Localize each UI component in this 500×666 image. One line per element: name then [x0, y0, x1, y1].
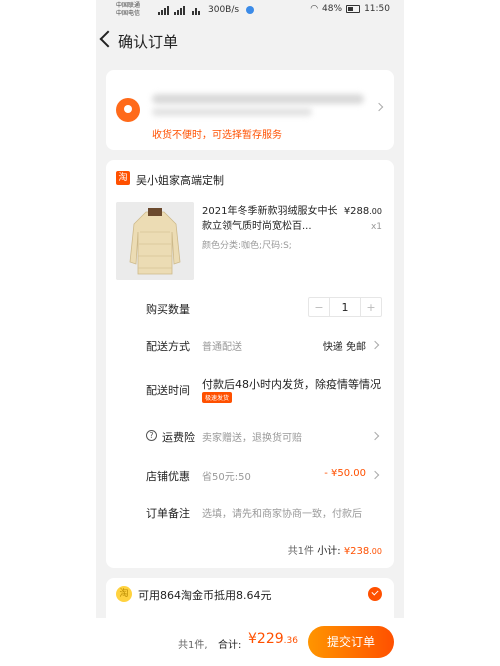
battery-icon: [346, 5, 361, 13]
phone-screen: 中国联通 中国电信 300B/s ◠ 48% 11:50 确认订单 收货不便时，…: [96, 0, 404, 666]
down-coat-image: [116, 202, 194, 280]
product-qty: x1: [370, 222, 382, 232]
network-speed: 300B/s: [208, 5, 240, 15]
page-title: 确认订单: [118, 33, 179, 51]
quantity-stepper: − 1 +: [308, 297, 382, 317]
clock: 11:50: [364, 4, 390, 14]
product-price-main: ¥288: [343, 206, 370, 217]
remark-label: 订单备注: [146, 507, 190, 520]
address-note[interactable]: 收货不便时，可选择暂存服务: [152, 126, 282, 141]
signal-icon: [158, 5, 169, 15]
gold-coin-icon: 淘: [116, 586, 132, 602]
chevron-right-icon: [370, 431, 380, 441]
subtotal: 共1件 小计: ¥238.00: [288, 542, 382, 557]
total-price-main: ¥229: [248, 631, 284, 647]
product-spec: 颜色分类:咖色;尺码:S;: [202, 241, 292, 251]
product-price-decimal: .00: [369, 207, 382, 216]
subtotal-price-main: ¥238: [343, 546, 370, 557]
delivery-row: 配送时间 付款后48小时内发货，除疫情等情况 极速发货: [106, 376, 394, 406]
total-price: ¥229.36: [248, 631, 298, 647]
carrier-info: 中国联通 中国电信: [116, 2, 140, 18]
checkout-bar: 共1件, 合计: ¥229.36 提交订单: [96, 618, 404, 666]
status-bar: 中国联通 中国电信 300B/s ◠ 48% 11:50: [96, 0, 404, 22]
blurred-address: [152, 94, 364, 104]
shipping-option: 快递 免邮: [322, 342, 366, 353]
product-image[interactable]: [116, 202, 194, 280]
insurance-row[interactable]: ? 运费险 卖家赠送，退换货可赔: [106, 429, 394, 449]
total-count: 共1件,: [178, 640, 208, 651]
shipping-value: 普通配送: [202, 342, 242, 353]
shop-name[interactable]: 吴小姐家高端定制: [136, 172, 224, 188]
question-icon[interactable]: ?: [146, 430, 157, 441]
subtotal-price-decimal: .00: [369, 547, 382, 556]
delivery-text: 付款后48小时内发货，除疫情等情况: [202, 378, 381, 391]
shop-discount-label: 店铺优惠: [146, 470, 190, 483]
nav-bar: 确认订单: [96, 26, 404, 58]
headphone-icon: ◠: [310, 4, 319, 14]
insurance-label: 运费险: [162, 431, 195, 444]
taobao-shop-icon: 淘: [116, 171, 130, 185]
delivery-label: 配送时间: [146, 384, 190, 397]
subtotal-price: ¥238.00: [344, 546, 382, 557]
shipping-label: 配送方式: [146, 340, 190, 353]
remark-row: 订单备注 选填，请先和商家协商一致，付款后: [106, 505, 394, 525]
remark-input[interactable]: 选填，请先和商家协商一致，付款后: [202, 505, 362, 520]
carrier-2: 中国电信: [116, 10, 141, 17]
vpn-icon: [246, 6, 254, 14]
quantity-value[interactable]: 1: [329, 298, 361, 316]
status-right: ◠ 48% 11:50: [310, 4, 390, 14]
chevron-right-icon: [370, 470, 380, 480]
fast-shipping-badge: 极速发货: [202, 392, 233, 403]
signal-icon: [174, 5, 185, 15]
product-price: ¥288.00: [344, 206, 382, 217]
back-arrow-icon[interactable]: [99, 30, 117, 48]
quantity-row: 购买数量 − 1 +: [106, 297, 394, 321]
wifi-icon: [192, 5, 200, 15]
shop-discount-value: 省50元:50: [202, 472, 251, 483]
coins-text: 可用864淘金币抵用8.64元: [138, 589, 272, 602]
address-card[interactable]: 收货不便时，可选择暂存服务: [106, 70, 394, 150]
battery-percent: 48%: [322, 4, 343, 14]
carrier-1: 中国联通: [116, 2, 141, 9]
total-price-decimal: .36: [283, 636, 298, 646]
quantity-minus-button[interactable]: −: [309, 298, 329, 316]
blurred-contact: [152, 108, 312, 116]
quantity-label: 购买数量: [146, 303, 190, 316]
product-title[interactable]: 2021年冬季新款羽绒服女中长款立领气质时尚宽松百...: [202, 204, 344, 234]
shop-discount-amount: - ¥50.00: [324, 468, 366, 479]
subtotal-count: 共1件: [287, 546, 315, 557]
total-label: 合计:: [218, 640, 242, 651]
checkmark-icon[interactable]: [368, 587, 382, 601]
chevron-right-icon: [374, 102, 384, 112]
quantity-plus-button[interactable]: +: [361, 298, 381, 316]
location-pin-icon: [116, 98, 140, 122]
order-card: 淘 吴小姐家高端定制 2021年冬季新款羽绒服女中长款立领气质时尚宽松百... …: [106, 160, 394, 568]
shipping-row[interactable]: 配送方式 普通配送 快递 免邮: [106, 338, 394, 358]
submit-order-button[interactable]: 提交订单: [308, 626, 394, 658]
subtotal-label: 小计:: [317, 546, 341, 557]
chevron-right-icon: [370, 340, 380, 350]
insurance-value: 卖家赠送，退换货可赔: [202, 433, 302, 444]
shop-discount-row[interactable]: 店铺优惠 省50元:50 - ¥50.00: [106, 468, 394, 488]
